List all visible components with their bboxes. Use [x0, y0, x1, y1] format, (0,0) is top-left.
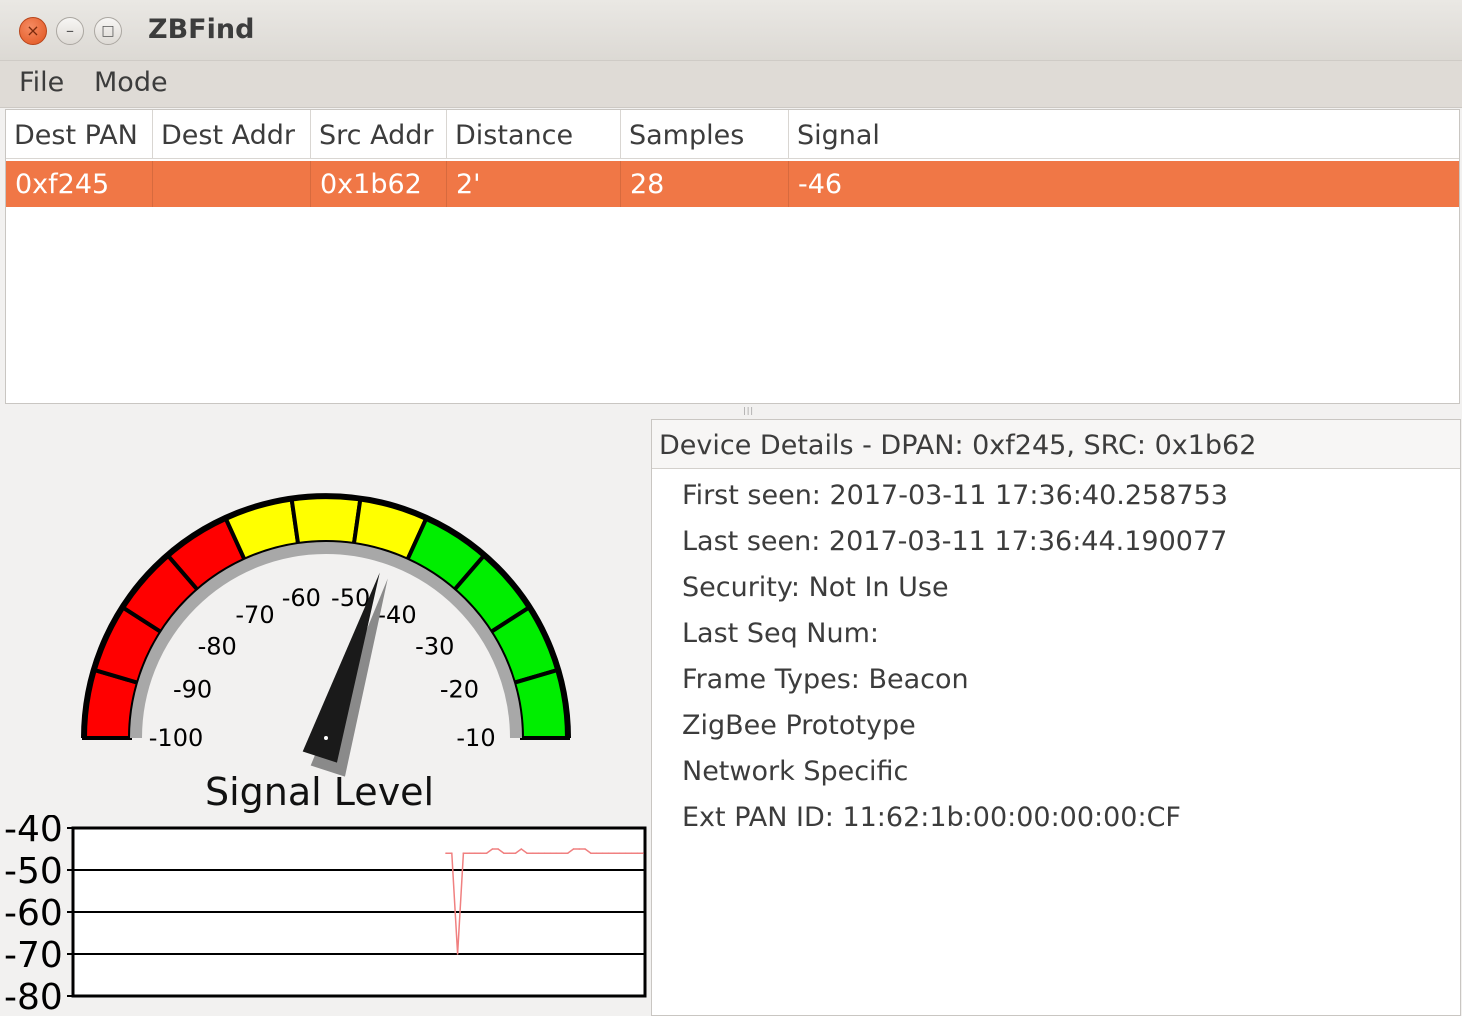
gauge-tick-label: -90: [173, 675, 212, 703]
app-window: × – □ ZBFind File Mode Dest PAN Dest Add…: [0, 0, 1462, 1016]
chart-point: [601, 852, 604, 854]
column-distance[interactable]: Distance: [447, 110, 621, 158]
detail-line: Last seen: 2017-03-11 17:36:44.190077: [682, 526, 1228, 557]
chart-point: [450, 852, 453, 854]
chart-point: [584, 848, 586, 850]
chart-point: [508, 852, 511, 854]
chart-point: [503, 852, 505, 854]
chart-point: [532, 852, 534, 854]
chart-point: [561, 852, 563, 854]
details-header: Device Details - DPAN: 0xf245, SRC: 0x1b…: [652, 420, 1460, 469]
chart-point: [520, 848, 523, 850]
chart-point: [462, 852, 465, 854]
chart-point: [624, 852, 627, 854]
devices-table[interactable]: Dest PAN Dest Addr Src Addr Distance Sam…: [5, 109, 1460, 404]
gauge-tick-label: -10: [456, 724, 495, 752]
gauge-needle-pivot: [324, 736, 328, 740]
chart-point: [630, 852, 633, 854]
gauge-tick-label: -30: [415, 633, 454, 661]
device-details-panel: Device Details - DPAN: 0xf245, SRC: 0x1b…: [651, 419, 1461, 1016]
chart-y-tick-label: -40: [4, 815, 63, 850]
chart-point: [526, 852, 528, 854]
chart-point: [549, 852, 552, 854]
chart-point: [543, 852, 546, 854]
chart-point: [607, 852, 610, 854]
gauge-tick-label: -50: [331, 584, 370, 612]
detail-line: Security: Not In Use: [682, 572, 949, 603]
gauge-band-segment: [289, 494, 363, 547]
chart-point: [479, 852, 482, 854]
chart-point: [590, 852, 592, 854]
detail-line: First seen: 2017-03-11 17:36:40.258753: [682, 480, 1228, 511]
chart-point: [572, 848, 575, 850]
menu-bar: File Mode: [0, 61, 1462, 108]
chart-point: [468, 852, 470, 854]
chart-point: [491, 848, 494, 850]
signal-gauge: -100 -90 -80 -70 -60 -50-40 -30 -20 -10: [81, 493, 571, 777]
column-signal[interactable]: Signal: [789, 110, 1459, 158]
chart-y-tick-label: -70: [4, 935, 63, 976]
gauge-tick-label: -40: [377, 601, 416, 629]
close-window-button[interactable]: ×: [19, 17, 47, 45]
chart-point: [445, 852, 447, 854]
title-bar: × – □ ZBFind: [0, 0, 1462, 61]
minimize-icon: –: [66, 21, 74, 40]
detail-line: Network Specific: [682, 756, 909, 787]
chart-point: [595, 852, 598, 854]
menu-file[interactable]: File: [19, 67, 64, 98]
cell-dest-pan: 0xf245: [6, 161, 153, 207]
minimize-window-button[interactable]: –: [56, 17, 84, 45]
gauge-tick-label: -60: [282, 584, 321, 612]
detail-line: Ext PAN ID: 11:62:1b:00:00:00:00:CF: [682, 802, 1181, 833]
column-dest-pan[interactable]: Dest PAN: [6, 110, 153, 158]
chart-point: [485, 852, 488, 854]
detail-line: ZigBee Prototype: [682, 710, 916, 741]
chart-point: [537, 852, 540, 854]
gauge-tick-label: -100: [149, 724, 203, 752]
chart-point: [636, 852, 639, 854]
window-title: ZBFind: [148, 14, 255, 45]
close-icon: ×: [26, 21, 40, 40]
cell-signal: -46: [798, 169, 843, 200]
cell-samples: 28: [621, 161, 789, 207]
detail-line: Frame Types: Beacon: [682, 664, 969, 695]
chart-point: [642, 852, 644, 854]
chart-point: [474, 852, 476, 854]
chart-point: [619, 852, 621, 854]
gauge-tick-label: -80: [198, 633, 237, 661]
chart-y-tick-label: -60: [4, 893, 63, 934]
chart-y-tick-label: -50: [4, 851, 63, 892]
column-src-addr[interactable]: Src Addr: [311, 110, 447, 158]
gauge-tick-label: -20: [440, 675, 479, 703]
menu-mode[interactable]: Mode: [94, 67, 168, 98]
maximize-window-button[interactable]: □: [94, 17, 122, 45]
chart-point: [555, 852, 557, 854]
chart-point: [566, 852, 569, 854]
column-dest-addr[interactable]: Dest Addr: [153, 110, 311, 158]
chart-point: [456, 953, 459, 955]
detail-line: Last Seq Num:: [682, 618, 880, 649]
gauge-tick-label: -70: [235, 601, 274, 629]
table-row[interactable]: 0xf245 0x1b62 2' 28 -46: [6, 161, 1459, 207]
pane-splitter-handle[interactable]: |||: [743, 406, 757, 415]
gauge-title: Signal Level: [205, 770, 435, 814]
cell-dest-addr: [153, 161, 311, 207]
table-header: Dest PAN Dest Addr Src Addr Distance Sam…: [6, 110, 1459, 159]
chart-point: [578, 848, 581, 850]
column-samples[interactable]: Samples: [621, 110, 789, 158]
maximize-icon: □: [101, 23, 115, 39]
cell-src-addr: 0x1b62: [311, 161, 447, 207]
signal-history-chart: -40-50-60-70-80: [4, 815, 647, 1016]
chart-point: [514, 852, 517, 854]
chart-point: [613, 852, 615, 854]
chart-y-tick-label: -80: [4, 977, 63, 1016]
cell-distance: 2': [447, 161, 621, 207]
chart-point: [497, 848, 499, 850]
